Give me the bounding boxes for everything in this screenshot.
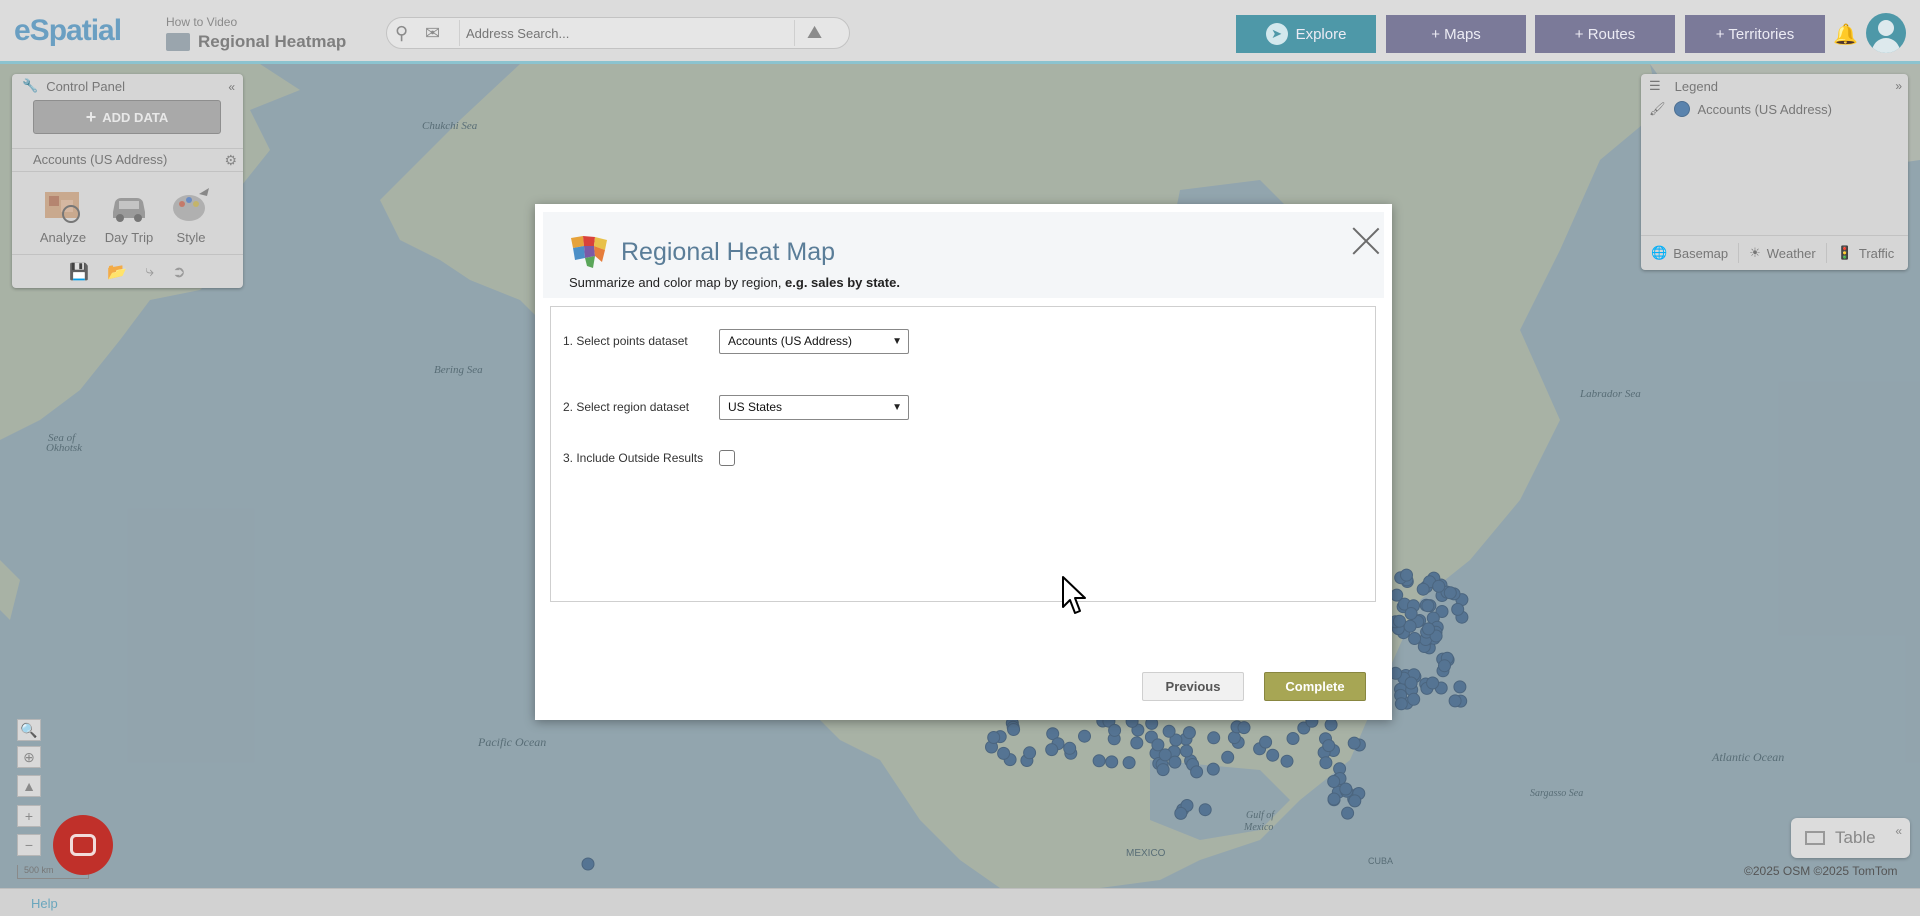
zoom-out-button[interactable]: − xyxy=(17,834,41,856)
style-tool[interactable]: Style xyxy=(160,186,222,245)
previous-button[interactable]: Previous xyxy=(1142,672,1244,701)
legend-item-label: Accounts (US Address) xyxy=(1697,101,1832,117)
user-avatar[interactable] xyxy=(1866,13,1906,53)
map-attribution: ©2025 OSM ©2025 TomTom xyxy=(1744,864,1898,878)
globe-icon: 🌐 xyxy=(1651,245,1668,260)
brush-icon[interactable]: 🖌 xyxy=(1649,101,1666,117)
north-arrow-icon[interactable]: ▲ xyxy=(17,775,41,797)
legend-header: ☰ Legend xyxy=(1649,78,1718,94)
control-panel-title: Control Panel xyxy=(46,78,125,94)
share-icon[interactable]: ⤷ xyxy=(145,263,154,281)
dialog-subtitle: Summarize and color map by region, e.g. … xyxy=(569,275,900,290)
control-panel-footer: 💾 📂 ⤷ ➲ xyxy=(12,254,243,288)
points-dataset-select[interactable]: Accounts (US Address) ▼ xyxy=(719,329,909,354)
expand-legend-icon[interactable]: » xyxy=(1895,79,1902,93)
chat-bubble-icon xyxy=(70,834,96,856)
dialog-subtitle-example: e.g. sales by state. xyxy=(785,275,900,290)
analyze-icon xyxy=(41,186,85,226)
layer-settings-gear-icon[interactable]: ⚙ xyxy=(224,149,237,171)
heat-map-logo-icon xyxy=(569,232,609,270)
table-grid-icon xyxy=(1805,831,1825,845)
video-title: Regional Heatmap xyxy=(166,32,346,52)
car-icon xyxy=(107,186,151,226)
day-trip-tool[interactable]: Day Trip xyxy=(98,186,160,245)
video-subtitle: How to Video xyxy=(166,15,238,29)
chevron-down-icon: ▼ xyxy=(892,402,902,413)
zoom-to-extent-icon[interactable]: 🔍 xyxy=(17,719,41,741)
dialog-title: Regional Heat Map xyxy=(621,238,836,266)
include-outside-checkbox[interactable] xyxy=(719,450,735,466)
top-bar: eSpatial How to Video Regional Heatmap ⚲… xyxy=(0,0,1920,64)
table-button[interactable]: Table « xyxy=(1791,818,1910,858)
basemap-button[interactable]: 🌐 Basemap xyxy=(1641,243,1740,263)
legend-panel: ☰ Legend » 🖌 Accounts (US Address) 🌐 Bas… xyxy=(1641,74,1908,270)
add-routes-button[interactable]: + Routes xyxy=(1535,15,1675,53)
complete-button[interactable]: Complete xyxy=(1264,672,1366,701)
wrench-icon: 🔧 xyxy=(22,78,39,93)
traffic-light-icon: 🚦 xyxy=(1836,245,1853,260)
day-trip-label: Day Trip xyxy=(104,230,154,245)
explore-label: Explore xyxy=(1295,25,1347,43)
dialog-header: Regional Heat Map Summarize and color ma… xyxy=(543,212,1384,298)
list-icon: ☰ xyxy=(1649,78,1661,93)
regional-heat-map-dialog: Regional Heat Map Summarize and color ma… xyxy=(535,204,1392,720)
traffic-label: Traffic xyxy=(1858,245,1895,261)
collapse-panel-icon[interactable]: « xyxy=(228,80,235,94)
analyze-label: Analyze xyxy=(39,230,87,245)
bottom-bar: Help xyxy=(0,888,1920,916)
dialog-subtitle-text: Summarize and color map by region, xyxy=(569,275,786,290)
locate-icon[interactable]: ⊕ xyxy=(17,746,41,768)
chevron-down-icon: ▼ xyxy=(892,336,902,347)
analyze-tool[interactable]: Analyze xyxy=(32,186,94,245)
close-icon[interactable] xyxy=(1351,226,1381,256)
add-data-label: ADD DATA xyxy=(102,109,169,125)
address-search-input[interactable] xyxy=(459,20,795,46)
basemap-label: Basemap xyxy=(1673,245,1729,261)
compass-icon: ➤ xyxy=(1265,23,1288,45)
palette-icon xyxy=(169,186,213,226)
add-data-button[interactable]: + ADD DATA xyxy=(33,100,221,134)
add-territories-button[interactable]: + Territories xyxy=(1685,15,1825,53)
weather-button[interactable]: ☀ Weather xyxy=(1739,243,1827,263)
expand-table-icon: « xyxy=(1895,824,1902,838)
layer-row[interactable]: Accounts (US Address) ⚙ xyxy=(12,148,243,172)
comment-icon[interactable]: ✉ xyxy=(425,23,449,45)
support-chat-button[interactable] xyxy=(53,815,113,875)
traffic-button[interactable]: 🚦 Traffic xyxy=(1827,243,1905,263)
points-dataset-label: 1. Select points dataset xyxy=(563,334,688,348)
legend-item[interactable]: 🖌 Accounts (US Address) xyxy=(1649,101,1832,117)
mouse-cursor-icon xyxy=(1061,575,1089,622)
include-outside-label: 3. Include Outside Results xyxy=(563,451,704,465)
map-icon xyxy=(166,33,190,51)
map-add-icon[interactable]: ⛰ xyxy=(807,22,835,44)
region-dataset-value: US States xyxy=(728,400,783,414)
save-warning-icon[interactable]: 💾 xyxy=(69,262,89,282)
weather-label: Weather xyxy=(1766,245,1816,261)
region-dataset-select[interactable]: US States ▼ xyxy=(719,395,909,420)
legend-dot-icon xyxy=(1673,101,1690,117)
help-link[interactable]: Help xyxy=(31,896,58,911)
open-folder-icon[interactable]: 📂 xyxy=(107,262,127,282)
plus-icon: + xyxy=(85,106,97,127)
export-icon[interactable]: ➲ xyxy=(172,262,185,282)
table-label: Table xyxy=(1835,828,1876,847)
notification-bell-icon[interactable]: 🔔 xyxy=(1833,22,1858,47)
address-search-bar: ⚲ ✉ ⛰ xyxy=(386,17,850,49)
espatial-logo[interactable]: eSpatial xyxy=(14,14,122,48)
region-dataset-label: 2. Select region dataset xyxy=(563,400,690,414)
explore-button[interactable]: ➤ Explore xyxy=(1236,15,1376,53)
layer-name: Accounts (US Address) xyxy=(33,152,168,167)
legend-footer: 🌐 Basemap ☀ Weather 🚦 Traffic xyxy=(1641,235,1908,270)
add-pin-icon[interactable]: ⚲ xyxy=(395,23,417,45)
zoom-in-button[interactable]: + xyxy=(17,805,41,827)
legend-title: Legend xyxy=(1674,78,1719,94)
dialog-form: 1. Select points dataset Accounts (US Ad… xyxy=(550,306,1376,602)
style-label: Style xyxy=(176,230,206,245)
video-title-text: Regional Heatmap xyxy=(198,32,347,51)
control-panel-header: 🔧 Control Panel xyxy=(22,78,125,94)
control-panel: 🔧 Control Panel « + ADD DATA Accounts (U… xyxy=(12,74,243,288)
points-dataset-value: Accounts (US Address) xyxy=(728,334,853,348)
sun-icon: ☀ xyxy=(1749,245,1761,260)
add-maps-button[interactable]: + Maps xyxy=(1386,15,1526,53)
